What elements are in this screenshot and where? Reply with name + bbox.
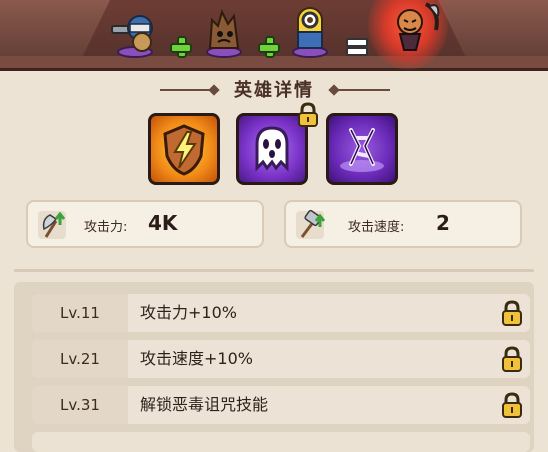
upgrade-row: Lv.31 解锁恶毒诅咒技能 bbox=[32, 386, 530, 424]
plus-icon bbox=[170, 36, 192, 58]
divider bbox=[14, 269, 534, 272]
upgrade-text: 攻击速度+10% bbox=[140, 349, 253, 368]
upgrade-list: Lv.11 攻击力+10% Lv.21 攻击速度+10% Lv.31 解锁恶毒诅… bbox=[14, 282, 534, 452]
skill-curse[interactable] bbox=[326, 113, 398, 185]
hammer-upgrade-icon bbox=[292, 207, 328, 243]
section-title: 英雄详情 bbox=[234, 80, 314, 101]
upgrade-text: 解锁恶毒诅咒技能 bbox=[140, 395, 269, 414]
axe-upgrade-icon bbox=[34, 207, 70, 243]
skill-lightning-shield[interactable] bbox=[148, 113, 220, 185]
title-ornament-left bbox=[208, 84, 220, 96]
lightning-shield-icon bbox=[163, 124, 205, 176]
upgrade-level: Lv.21 bbox=[32, 340, 128, 378]
scythe-pumpkin-hero-icon[interactable] bbox=[386, 0, 440, 54]
stat-attack-value: 4K bbox=[148, 211, 178, 235]
upgrade-row: Lv.21 攻击速度+10% bbox=[32, 340, 530, 378]
stat-attack-speed-label: 攻击速度: bbox=[348, 220, 405, 235]
upgrade-text: 攻击力+10% bbox=[140, 303, 237, 322]
stat-attack: 攻击力: 4K bbox=[26, 200, 264, 248]
gunner-hero-icon[interactable] bbox=[110, 4, 158, 58]
title-line-left bbox=[160, 89, 212, 91]
skill-lock-icon bbox=[296, 102, 320, 128]
curse-rune-icon bbox=[340, 128, 384, 172]
upgrade-level: Lv.31 bbox=[32, 386, 128, 424]
merge-formula-bar bbox=[0, 0, 548, 71]
merge-formula bbox=[100, 0, 460, 62]
plus-icon bbox=[258, 36, 280, 58]
upgrade-row-partial bbox=[32, 432, 530, 452]
lock-icon bbox=[500, 299, 524, 327]
equals-icon bbox=[346, 38, 368, 56]
section-header: 英雄详情 bbox=[0, 76, 548, 104]
stat-attack-speed-value: 2 bbox=[436, 211, 450, 235]
upgrade-row: Lv.11 攻击力+10% bbox=[32, 294, 530, 332]
lock-icon bbox=[500, 345, 524, 373]
minion-hero-icon[interactable] bbox=[286, 2, 334, 58]
upgrade-level: Lv.11 bbox=[32, 294, 128, 332]
stat-attack-speed: 攻击速度: 2 bbox=[284, 200, 522, 248]
tree-stump-hero-icon[interactable] bbox=[200, 4, 248, 58]
lock-icon bbox=[500, 391, 524, 419]
stat-attack-label: 攻击力: bbox=[84, 220, 128, 235]
title-line-right bbox=[338, 89, 390, 91]
